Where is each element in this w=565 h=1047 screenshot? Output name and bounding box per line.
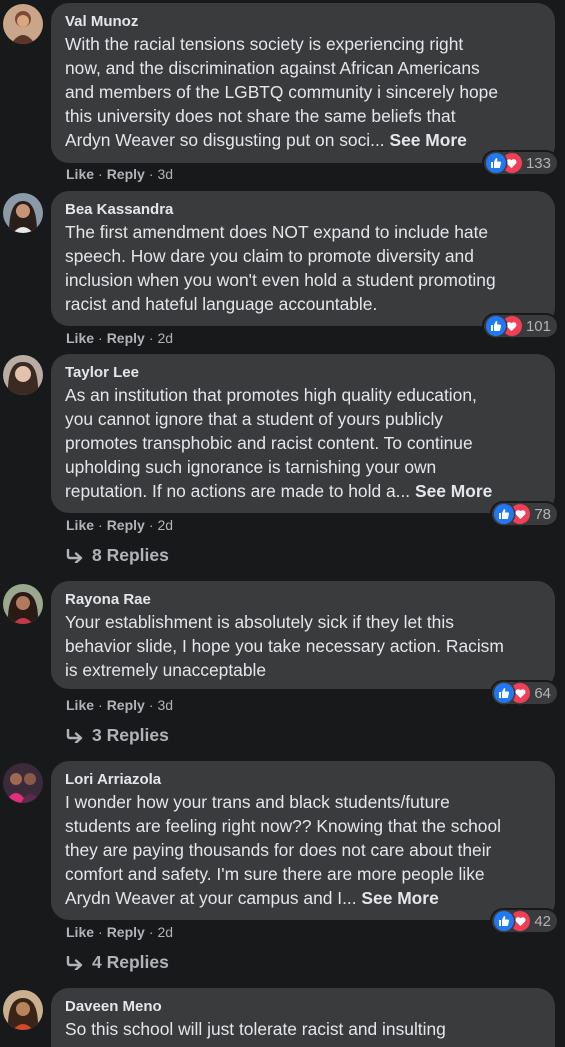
reaction-count: 64 [534, 684, 551, 702]
like-button[interactable]: Like [66, 330, 94, 346]
comment-time[interactable]: 3d [157, 697, 173, 713]
thumbs-up-icon [485, 316, 506, 336]
comment-author[interactable]: Lori Arriazola [65, 770, 541, 790]
comment-bubble: Taylor Lee As an institution that promot… [51, 354, 555, 513]
comment-text: As an institution that promotes high qua… [65, 385, 493, 501]
thumbs-up-icon [494, 683, 515, 703]
like-button[interactable]: Like [66, 697, 94, 713]
comment-text: So this school will just tolerate racist… [65, 1019, 446, 1039]
like-button[interactable]: Like [66, 166, 94, 182]
comment-author[interactable]: Bea Kassandra [65, 200, 541, 220]
avatar[interactable] [3, 4, 43, 44]
reply-arrow-icon [66, 728, 83, 743]
replies-count: 3 Replies [92, 725, 169, 745]
comment-bubble: Bea Kassandra The first amendment does N… [51, 191, 555, 326]
avatar[interactable] [3, 193, 43, 233]
reply-arrow-icon [66, 548, 83, 563]
comment-author[interactable]: Taylor Lee [65, 363, 541, 383]
view-replies-button[interactable]: 3 Replies [66, 725, 169, 746]
replies-count: 4 Replies [92, 952, 169, 972]
comment-actions: Like · Reply · 3d [66, 166, 174, 182]
comment-time[interactable]: 2d [157, 924, 173, 940]
reply-arrow-icon [66, 955, 83, 970]
comment-time[interactable]: 2d [157, 330, 173, 346]
comment-bubble: Val Munoz With the racial tensions socie… [51, 3, 555, 163]
view-replies-button[interactable]: 4 Replies [66, 952, 169, 973]
reply-button[interactable]: Reply [107, 517, 145, 533]
reply-button[interactable]: Reply [107, 924, 145, 940]
comment-text: With the racial tensions society is expe… [65, 34, 499, 150]
reaction-summary[interactable]: 78 [492, 503, 557, 525]
see-more-link[interactable]: See More [415, 481, 492, 501]
see-more-link[interactable]: See More [389, 130, 466, 150]
avatar[interactable] [3, 584, 43, 624]
comment-actions: Like · Reply · 3d [66, 697, 174, 713]
avatar[interactable] [3, 355, 43, 395]
comment-actions: Like · Reply · 2d [66, 924, 174, 940]
comment-time[interactable]: 3d [157, 166, 173, 182]
thumbs-up-icon [485, 153, 506, 173]
like-button[interactable]: Like [66, 517, 94, 533]
thumbs-up-icon [494, 911, 515, 931]
comment-text: I wonder how your trans and black studen… [65, 792, 502, 908]
reply-button[interactable]: Reply [107, 166, 145, 182]
thumbs-up-icon [494, 504, 515, 524]
view-replies-button[interactable]: 8 Replies [66, 545, 169, 566]
comment-time[interactable]: 2d [157, 517, 173, 533]
reaction-summary[interactable]: 133 [483, 152, 557, 174]
reaction-summary[interactable]: 101 [483, 315, 557, 337]
comment-author[interactable]: Daveen Meno [65, 997, 541, 1017]
reaction-summary[interactable]: 42 [492, 910, 557, 932]
comment-text: The first amendment does NOT expand to i… [65, 222, 496, 314]
comment-bubble: Rayona Rae Your establishment is absolut… [51, 581, 555, 689]
like-button[interactable]: Like [66, 924, 94, 940]
reaction-count: 42 [534, 912, 551, 930]
comment-text: Your establishment is absolutely sick if… [65, 612, 504, 680]
comment-bubble: Lori Arriazola I wonder how your trans a… [51, 761, 555, 920]
avatar[interactable] [3, 763, 43, 803]
comment-actions: Like · Reply · 2d [66, 517, 174, 533]
comment-bubble: Daveen Meno So this school will just tol… [51, 988, 555, 1047]
comment-author[interactable]: Val Munoz [65, 12, 541, 32]
avatar[interactable] [3, 990, 43, 1030]
reply-button[interactable]: Reply [107, 330, 145, 346]
comment-actions: Like · Reply · 2d [66, 330, 174, 346]
reaction-count: 133 [525, 154, 551, 172]
reaction-count: 78 [534, 505, 551, 523]
replies-count: 8 Replies [92, 545, 169, 565]
reaction-summary[interactable]: 64 [492, 682, 557, 704]
reply-button[interactable]: Reply [107, 697, 145, 713]
reaction-count: 101 [525, 317, 551, 335]
comment-author[interactable]: Rayona Rae [65, 590, 541, 610]
see-more-link[interactable]: See More [361, 888, 438, 908]
